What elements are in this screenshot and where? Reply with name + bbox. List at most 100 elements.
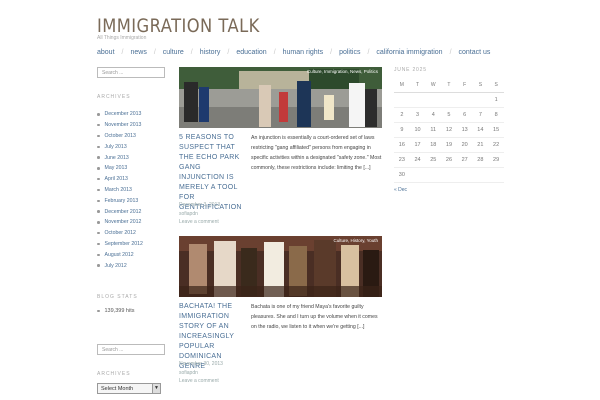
nav-culture[interactable]: culture	[163, 49, 184, 56]
calendar-day	[441, 167, 457, 183]
calendar-day: 9	[394, 122, 410, 138]
archive-link[interactable]: December 2012	[97, 206, 143, 217]
calendar-day: 5	[441, 107, 457, 123]
archive-link[interactable]: November 2013	[97, 120, 143, 131]
calendar-day: 25	[425, 152, 442, 168]
archive-month-select[interactable]: Select Month ▼	[97, 383, 161, 394]
nav-education[interactable]: education	[236, 49, 266, 56]
calendar-day: 26	[441, 152, 457, 168]
post-excerpt: An injunction is essentially a court-ord…	[251, 135, 382, 171]
nav-human-rights[interactable]: human rights	[283, 49, 323, 56]
nav-california-immigration[interactable]: california immigration	[376, 49, 442, 56]
calendar-day-header: T	[441, 78, 457, 93]
calendar-day: 19	[441, 137, 457, 153]
bullet-icon	[97, 253, 100, 256]
nav-history[interactable]: history	[200, 49, 221, 56]
calendar-day: 7	[472, 107, 489, 123]
calendar-prev-month-link[interactable]: « Dec	[394, 187, 504, 193]
calendar-day: 10	[409, 122, 426, 138]
post-author[interactable]: sofiapdn	[179, 369, 223, 378]
calendar-day-header: F	[456, 78, 473, 93]
bullet-icon	[97, 134, 100, 138]
archive-link[interactable]: December 2013	[97, 109, 143, 120]
calendar-day: 11	[425, 122, 442, 138]
calendar-day	[488, 167, 504, 183]
archive-link[interactable]: October 2012	[97, 228, 143, 239]
bullet-icon	[97, 145, 100, 149]
post-excerpt: Bachata is one of my friend Maya's favor…	[251, 304, 378, 330]
nav-separator: /	[330, 49, 333, 56]
post-author[interactable]: sofiapdn	[179, 210, 220, 219]
nav-politics[interactable]: politics	[339, 49, 360, 56]
calendar-day: 16	[394, 137, 410, 153]
calendar-day: 20	[456, 137, 473, 153]
archive-link[interactable]: August 2012	[97, 249, 143, 260]
calendar-day: 15	[488, 122, 504, 138]
calendar-day	[472, 92, 489, 108]
bullet-icon	[97, 309, 100, 313]
archive-link[interactable]: June 2013	[97, 152, 143, 163]
calendar-day: 6	[456, 107, 473, 123]
calendar-day-header: S	[488, 78, 504, 93]
calendar-day	[409, 167, 426, 183]
nav-separator: /	[153, 49, 156, 56]
archive-link[interactable]: April 2013	[97, 174, 143, 185]
site-tagline: All Things Immigration	[97, 35, 147, 41]
archive-link[interactable]: May 2013	[97, 163, 143, 174]
calendar-day: 3	[409, 107, 426, 123]
bullet-icon	[97, 167, 100, 170]
calendar-day: 2	[394, 107, 410, 123]
calendar-day: 22	[488, 137, 504, 153]
calendar-day: 12	[441, 122, 457, 138]
post-categories[interactable]: Culture, History, Youth	[334, 238, 378, 243]
bullet-icon	[97, 221, 100, 224]
archive-link[interactable]: February 2013	[97, 195, 143, 206]
post-thumbnail[interactable]: Culture, History, Youth	[179, 236, 382, 297]
bullet-icon	[97, 199, 100, 203]
archive-link[interactable]: November 2012	[97, 217, 143, 228]
sidebar-search-input-2[interactable]: Search ...	[97, 344, 165, 355]
calendar-day	[456, 167, 473, 183]
post-categories[interactable]: Culture, Immigration, News, Politics	[307, 69, 378, 74]
post-comment-link[interactable]: Leave a comment	[179, 377, 223, 386]
calendar-day: 1	[488, 92, 504, 108]
calendar-widget: JUNE 2025 M T W T F S S 1 2 3 4 5 6 7 8 …	[394, 67, 504, 193]
bullet-icon	[97, 177, 100, 181]
post-comment-link[interactable]: Leave a comment	[179, 218, 220, 227]
dance-scene-image	[179, 236, 382, 297]
post-thumbnail[interactable]: Culture, Immigration, News, Politics	[179, 67, 382, 128]
nav-separator: /	[227, 49, 230, 56]
archive-link[interactable]: March 2013	[97, 185, 143, 196]
bullet-icon	[97, 123, 100, 127]
post-date[interactable]: December 3, 2013	[179, 201, 220, 210]
calendar-day: 24	[409, 152, 426, 168]
blog-stats-hits: 139,399 hits	[97, 308, 134, 314]
bullet-icon	[97, 210, 100, 213]
bullet-icon	[97, 156, 100, 159]
post-date[interactable]: November 30, 2013	[179, 360, 223, 369]
archive-link[interactable]: September 2012	[97, 239, 143, 250]
blog-stats-title: BLOG STATS	[97, 294, 138, 300]
sidebar-search-input[interactable]: Search ...	[97, 67, 165, 78]
nav-separator: /	[121, 49, 124, 56]
archive-link[interactable]: July 2012	[97, 260, 143, 271]
calendar-day	[394, 92, 410, 108]
post-thumbnail[interactable]	[179, 395, 382, 400]
post-meta: December 3, 2013 sofiapdn Leave a commen…	[179, 201, 220, 227]
nav-news[interactable]: news	[130, 49, 146, 56]
calendar-table: M T W T F S S 1 2 3 4 5 6 7 8 9 10 11 12…	[394, 78, 504, 183]
chevron-down-icon[interactable]: ▼	[152, 384, 160, 393]
calendar-caption: JUNE 2025	[394, 67, 427, 73]
calendar-day: 4	[425, 107, 442, 123]
calendar-day: 21	[472, 137, 489, 153]
calendar-day-header: M	[394, 78, 410, 93]
site-title[interactable]: IMMIGRATION TALK	[97, 15, 260, 37]
calendar-day-header: S	[472, 78, 489, 93]
archive-link[interactable]: October 2013	[97, 131, 143, 142]
archives-list: December 2013 November 2013 October 2013…	[97, 109, 143, 271]
archive-link[interactable]: July 2013	[97, 141, 143, 152]
nav-about[interactable]: about	[97, 49, 115, 56]
calendar-day: 23	[394, 152, 410, 168]
nav-contact-us[interactable]: contact us	[459, 49, 491, 56]
calendar-day: 14	[472, 122, 489, 138]
